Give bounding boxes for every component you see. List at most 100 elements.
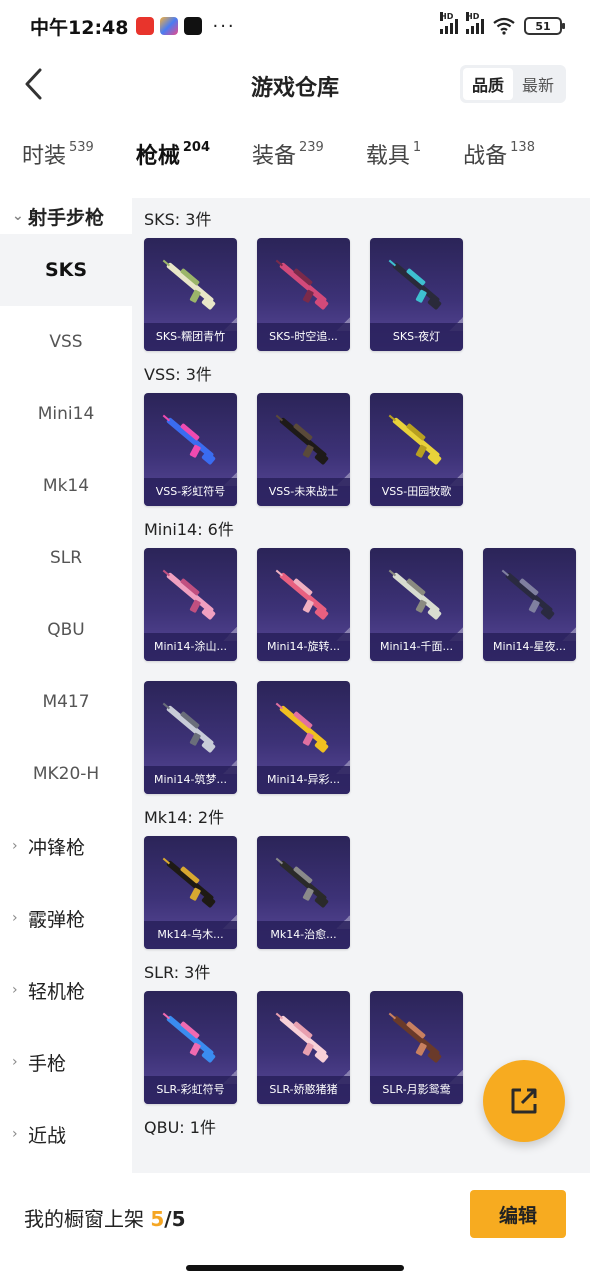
skin-name: Mini14-筑梦... (144, 766, 237, 794)
skin-card[interactable]: SKS-夜灯 (370, 238, 463, 351)
skin-card[interactable]: Mini14-筑梦... (144, 681, 237, 794)
section-title: Mini14: 6件 (144, 520, 234, 539)
skin-card[interactable]: Mk14-治愈... (257, 836, 350, 949)
skin-name: VSS-未来战士 (257, 478, 350, 506)
chevron-right-icon: › (12, 1126, 18, 1142)
skin-name: SLR-月影鸳鸯 (370, 1076, 463, 1104)
sort-latest-button[interactable]: 最新 (513, 68, 563, 100)
skin-card[interactable]: SLR-月影鸳鸯 (370, 991, 463, 1104)
status-bar: 中午12:48 ··· HD HD 51 (0, 0, 590, 52)
rifle-icon (388, 259, 442, 310)
share-external-icon (511, 1088, 537, 1114)
wifi-icon (493, 17, 515, 35)
skin-list[interactable]: SKS: 3件 SKS-糯团青竹 SKS-时空追... SKS-夜灯 VSS: 3件 VS… (132, 198, 590, 1173)
skin-card[interactable]: SLR-彩虹符号 (144, 991, 237, 1104)
skin-name: VSS-田园牧歌 (370, 478, 463, 506)
skin-name: Mk14-治愈... (257, 921, 350, 949)
sidebar-group-pistol[interactable]: › 手枪 (0, 1026, 132, 1098)
tab-vehicles[interactable]: 载具 1 (366, 138, 421, 178)
edit-button[interactable]: 编辑 (470, 1190, 566, 1238)
skin-grid: Mini14-涂山... Mini14-旋转... Mini14-千面... Mini… (144, 548, 590, 794)
skin-card[interactable]: SLR-娇憨猪猪 (257, 991, 350, 1104)
bottom-bar: 我的橱窗上架 5/5 编辑 (0, 1173, 590, 1280)
rifle-icon (275, 857, 329, 908)
skin-name: SKS-夜灯 (370, 323, 463, 351)
rifle-icon (162, 259, 216, 310)
rifle-icon (162, 702, 216, 753)
skin-name: Mini14-千面... (370, 633, 463, 661)
skin-card[interactable]: VSS-彩虹符号 (144, 393, 237, 506)
skin-name: SKS-时空追... (257, 323, 350, 351)
rifle-icon (388, 414, 442, 465)
weapon-type-sidebar: ⌄ 射手步枪 SKS VSS Mini14 Mk14 SLR QBU M417 … (0, 198, 132, 1173)
sidebar-item-mk14[interactable]: Mk14 (0, 450, 132, 522)
skin-card[interactable]: Mini14-星夜... (483, 548, 576, 661)
sidebar-item-mk20h[interactable]: MK20-H (0, 738, 132, 810)
tab-gear[interactable]: 战备 138 (463, 138, 535, 178)
sidebar-item-vss[interactable]: VSS (0, 306, 132, 378)
chevron-right-icon: › (12, 910, 18, 926)
sidebar-group-shotgun[interactable]: › 霰弹枪 (0, 882, 132, 954)
rifle-icon (162, 1012, 216, 1063)
showcase-status: 我的橱窗上架 5/5 (24, 1207, 186, 1231)
battery-icon: 51 (524, 17, 565, 35)
sidebar-item-m417[interactable]: M417 (0, 666, 132, 738)
skin-card[interactable]: VSS-未来战士 (257, 393, 350, 506)
chevron-down-icon: ⌄ (12, 208, 24, 224)
status-app-icons (136, 17, 203, 35)
section-title: VSS: 3件 (144, 365, 212, 384)
showcase-total: /5 (164, 1207, 186, 1231)
showcase-count: 5 (150, 1207, 165, 1231)
sort-toggle: 品质 最新 (460, 65, 566, 103)
skin-name: Mini14-异彩... (257, 766, 350, 794)
rifle-icon (275, 1012, 329, 1063)
skin-name: Mini14-旋转... (257, 633, 350, 661)
rifle-icon (501, 569, 555, 620)
skin-name: SLR-娇憨猪猪 (257, 1076, 350, 1104)
skin-name: VSS-彩虹符号 (144, 478, 237, 506)
skin-card[interactable]: Mini14-千面... (370, 548, 463, 661)
rifle-icon (275, 259, 329, 310)
game-center-icon (160, 17, 179, 35)
sidebar-item-sks[interactable]: SKS (0, 234, 132, 306)
app-notification-icon (136, 17, 155, 35)
skin-card[interactable]: VSS-田园牧歌 (370, 393, 463, 506)
sidebar-item-slr[interactable]: SLR (0, 522, 132, 594)
category-tabs: 时装 539 枪械 204 装备 239 载具 1 战备 138 (0, 118, 590, 205)
rifle-icon (162, 569, 216, 620)
sidebar-item-mini14[interactable]: Mini14 (0, 378, 132, 450)
sidebar-item-qbu[interactable]: QBU (0, 594, 132, 666)
skin-name: Mini14-涂山... (144, 633, 237, 661)
skin-grid: VSS-彩虹符号 VSS-未来战士 VSS-田园牧歌 (144, 393, 590, 506)
skin-name: Mk14-乌木... (144, 921, 237, 949)
skin-name: Mini14-星夜... (483, 633, 576, 661)
skin-name: SKS-糯团青竹 (144, 323, 237, 351)
sidebar-group-lmg[interactable]: › 轻机枪 (0, 954, 132, 1026)
skin-name: SLR-彩虹符号 (144, 1076, 237, 1104)
rifle-icon (162, 414, 216, 465)
home-indicator (186, 1265, 404, 1271)
skin-card[interactable]: Mini14-旋转... (257, 548, 350, 661)
sidebar-group-smg[interactable]: › 冲锋枪 (0, 810, 132, 882)
sort-quality-button[interactable]: 品质 (463, 68, 513, 100)
sidebar-group-marksman-rifles[interactable]: ⌄ 射手步枪 (0, 198, 132, 234)
section-title: Mk14: 2件 (144, 808, 225, 827)
chevron-right-icon: › (12, 1054, 18, 1070)
tab-outfits[interactable]: 时装 539 (22, 138, 94, 178)
skin-card[interactable]: SKS-时空追... (257, 238, 350, 351)
section-title: SLR: 3件 (144, 963, 211, 982)
skin-card[interactable]: Mk14-乌木... (144, 836, 237, 949)
sidebar-group-melee[interactable]: › 近战 (0, 1098, 132, 1170)
skin-grid: SKS-糯团青竹 SKS-时空追... SKS-夜灯 (144, 238, 590, 351)
tab-weapons[interactable]: 枪械 204 (136, 138, 210, 205)
skin-card[interactable]: SKS-糯团青竹 (144, 238, 237, 351)
section-title: SKS: 3件 (144, 210, 212, 229)
rifle-icon (388, 1012, 442, 1063)
rifle-icon (275, 414, 329, 465)
skin-card[interactable]: Mini14-涂山... (144, 548, 237, 661)
signal-icon: HD (440, 12, 458, 34)
tab-equipment[interactable]: 装备 239 (252, 138, 324, 178)
share-button[interactable] (483, 1060, 565, 1142)
skin-card[interactable]: Mini14-异彩... (257, 681, 350, 794)
signal-icon-2: HD (466, 12, 484, 34)
